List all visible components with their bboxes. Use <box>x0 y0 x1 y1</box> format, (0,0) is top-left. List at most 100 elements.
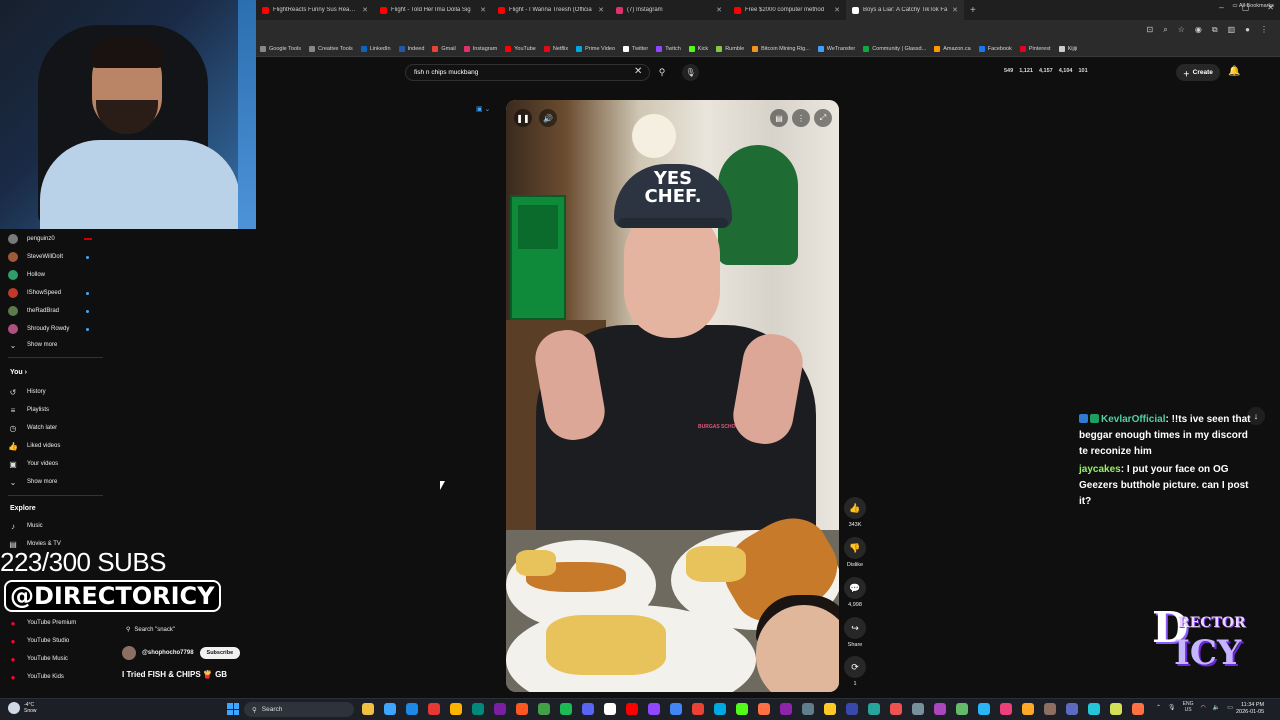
subscribe-button[interactable]: Subscribe <box>199 647 241 659</box>
show-more-button[interactable]: ⌄ Show more <box>8 337 58 353</box>
sidebar-subscription[interactable]: SteveWillDoIt <box>8 249 63 265</box>
taskbar-app-icon[interactable] <box>912 703 924 715</box>
channel-name[interactable]: @shophocho7798 <box>142 650 194 656</box>
bookmark-item[interactable]: Amazon.ca <box>934 46 971 52</box>
clock[interactable]: 11:34 PM 2026-01-05 <box>1236 702 1264 716</box>
bookmark-item[interactable]: WeTransfer <box>817 46 855 52</box>
short-title[interactable]: I Tried FISH & CHIPS 🍟 GB <box>122 670 227 679</box>
taskbar-app-icon[interactable] <box>758 703 770 715</box>
sidebar-item-music[interactable]: ♪ Music <box>8 518 43 534</box>
sidebar-item-youtube-kids[interactable]: ● YouTube Kids <box>8 669 64 685</box>
chat-username[interactable]: jaycakes <box>1079 464 1121 475</box>
taskbar-app-icon[interactable] <box>736 703 748 715</box>
sidebar-item-youtube-premium[interactable]: ● YouTube Premium <box>8 615 77 631</box>
taskbar-app-icon[interactable] <box>406 703 418 715</box>
taskbar-app-icon[interactable] <box>560 703 572 715</box>
taskbar-app-icon[interactable] <box>670 703 682 715</box>
clear-search-icon[interactable]: ✕ <box>634 66 642 77</box>
taskbar-app-icon[interactable] <box>978 703 990 715</box>
taskbar-app-icon[interactable] <box>1110 703 1122 715</box>
action-like[interactable]: 👍 343K <box>843 497 867 528</box>
sidebar-subscription[interactable]: IShowSpeed <box>8 285 61 301</box>
taskbar-app-icon[interactable] <box>1066 703 1078 715</box>
taskbar-app-icon[interactable] <box>362 703 374 715</box>
bookmark-item[interactable]: Bitcoin Mining Rig... <box>752 46 810 52</box>
taskbar-app-icon[interactable] <box>890 703 902 715</box>
close-tab-icon[interactable]: ✕ <box>952 6 958 14</box>
you-heading[interactable]: You › <box>10 369 27 376</box>
bookmark-item[interactable]: Facebook <box>978 46 1012 52</box>
weather-widget[interactable]: -4°C Snow <box>8 702 37 714</box>
browser-tab[interactable]: Flight - I Wanna Treesh (Officia ✕ <box>492 0 610 20</box>
taskbar-app-icon[interactable] <box>868 703 880 715</box>
taskbar-app-icon[interactable] <box>846 703 858 715</box>
minimize-button[interactable]: – <box>1219 3 1223 12</box>
new-tab-button[interactable]: + <box>964 5 982 16</box>
sidebar-subscription[interactable]: Shroudy Rowdy <box>8 321 69 337</box>
taskbar-app-icon[interactable] <box>582 703 594 715</box>
action-comment[interactable]: 💬 4,998 <box>843 577 867 608</box>
browser-tab[interactable]: (7) Instagram ✕ <box>610 0 728 20</box>
sidepanel-icon[interactable]: ▥ <box>1228 25 1236 35</box>
captions-button[interactable]: ▤ <box>770 109 788 127</box>
taskbar-app-icon[interactable] <box>692 703 704 715</box>
volume-button[interactable]: 🔊 <box>539 109 557 127</box>
sidebar-item-history[interactable]: ↺ History <box>8 384 46 400</box>
sidebar-item-youtube-studio[interactable]: ● YouTube Studio <box>8 633 70 649</box>
close-tab-icon[interactable]: ✕ <box>834 6 840 14</box>
taskbar-app-icon[interactable] <box>494 703 506 715</box>
bookmark-item[interactable]: Community | Glassd... <box>863 46 926 52</box>
short-video-player[interactable]: YES CHEF. BURGAS SCHOOL ❚❚ 🔊 ▤ ⋮ ⤢ <box>506 100 839 692</box>
taskbar-app-icon[interactable] <box>824 703 836 715</box>
wifi-icon[interactable]: ◠ <box>1201 704 1206 711</box>
create-button[interactable]: ＋ Create <box>1176 64 1220 81</box>
dislike-icon[interactable]: 👎 <box>844 537 866 559</box>
extension-icon[interactable]: ◉ <box>1195 25 1202 35</box>
taskbar-app-icon[interactable] <box>780 703 792 715</box>
close-tab-icon[interactable]: ✕ <box>716 6 722 14</box>
bookmark-item[interactable]: Twitch <box>656 46 681 52</box>
more-options-button[interactable]: ⋮ <box>792 109 810 127</box>
bookmark-item[interactable]: Netflix <box>543 46 568 52</box>
sidebar-subscription[interactable]: penguinz0 <box>8 231 55 247</box>
bookmark-item[interactable]: Pinterest <box>1019 46 1051 52</box>
battery-icon[interactable]: ▭ <box>1227 704 1233 711</box>
bookmark-item[interactable]: LinkedIn <box>360 46 391 52</box>
captions-toggle-icon[interactable]: ▣ ⌄ <box>476 105 498 115</box>
share-icon[interactable]: ↪ <box>844 617 866 639</box>
browser-tab[interactable]: FlightReacts Funny Sus Reactio ✕ <box>256 0 374 20</box>
taskbar-app-icon[interactable] <box>516 703 528 715</box>
taskbar-app-icon[interactable] <box>450 703 462 715</box>
taskbar-app-icon[interactable] <box>538 703 550 715</box>
chevron-up-icon[interactable]: ⌃ <box>1156 704 1161 711</box>
action-dislike[interactable]: 👎 Dislike <box>843 537 867 568</box>
sidebar-item-your-videos[interactable]: ▣ Your videos <box>8 456 58 472</box>
sidebar-item-youtube-music[interactable]: ● YouTube Music <box>8 651 68 667</box>
close-tab-icon[interactable]: ✕ <box>480 6 486 14</box>
install-icon[interactable]: ⊡ <box>1147 25 1154 35</box>
bookmark-item[interactable]: Instagram <box>463 46 497 52</box>
chat-username[interactable]: KevlarOfficial <box>1101 414 1165 425</box>
action-share[interactable]: ↪ Share <box>843 617 867 648</box>
bookmark-item[interactable]: YouTube <box>505 46 536 52</box>
bookmark-item[interactable]: Gmail <box>432 46 456 52</box>
taskbar-app-icon[interactable] <box>604 703 616 715</box>
bookmark-item[interactable]: Indeed <box>398 46 424 52</box>
taskbar-app-icon[interactable] <box>714 703 726 715</box>
bookmark-item[interactable]: Rumble <box>716 46 744 52</box>
taskbar-app-icon[interactable] <box>626 703 638 715</box>
browser-tab[interactable]: Free $2000 computer method ✕ <box>728 0 846 20</box>
taskbar-app-icon[interactable] <box>802 703 814 715</box>
notifications-bell-icon[interactable]: 🔔 <box>1228 66 1240 77</box>
search-button[interactable]: ⚲ <box>652 64 672 81</box>
start-button[interactable] <box>227 703 239 715</box>
zoom-icon[interactable]: ⌕ <box>1163 25 1167 35</box>
search-input[interactable]: fish n chips muckbang <box>405 64 650 81</box>
taskbar-app-icon[interactable] <box>956 703 968 715</box>
extensions-icon[interactable]: ⧉ <box>1212 25 1218 35</box>
like-icon[interactable]: 👍 <box>844 497 866 519</box>
show-more-button[interactable]: ⌄ Show more <box>8 474 58 490</box>
taskbar-app-icon[interactable] <box>428 703 440 715</box>
browser-tab[interactable]: Flight - Told Her Ima Dolla Sig ✕ <box>374 0 492 20</box>
remix-icon[interactable]: ⟳ <box>844 656 866 678</box>
